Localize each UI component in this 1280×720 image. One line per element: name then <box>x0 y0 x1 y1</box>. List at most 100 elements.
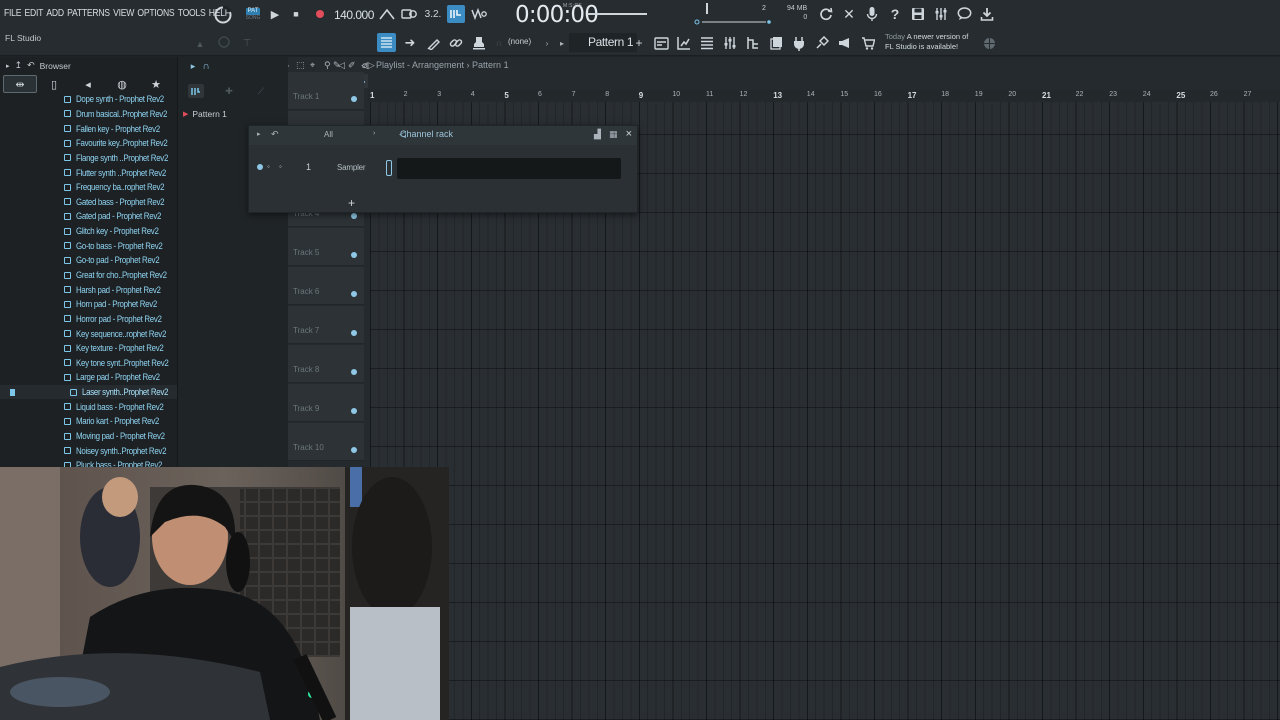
tool-slip-icon[interactable]: ⌖ <box>310 60 315 71</box>
main-pitch-knob[interactable] <box>216 34 232 50</box>
play-button[interactable]: ▶ <box>268 6 282 22</box>
tool-zoom-icon[interactable]: ⚲ <box>324 60 331 71</box>
channel-mixer-track[interactable]: 1 <box>306 162 311 172</box>
browser-file-item[interactable]: Flange synth ..Prophet Rev2 <box>0 151 177 166</box>
cr-filter-chevron-icon[interactable]: › <box>373 130 375 137</box>
timeline-ruler[interactable]: 1 2 3 4 5 6 7 8 9 10 11 12 13 14 15 16 17 18 19 20 21 22 23 24 2… <box>368 90 1280 102</box>
channel-step-sequencer[interactable] <box>397 158 621 179</box>
browser-file-item[interactable]: Large pad - Prophet Rev2 <box>0 370 177 385</box>
browser-file-item[interactable]: Flutter synth ..Prophet Rev2 <box>0 165 177 180</box>
channel-filter[interactable]: All <box>324 130 333 139</box>
cr-back-icon[interactable]: ↶ <box>271 129 279 140</box>
menu-options[interactable]: OPTIONS <box>137 7 174 19</box>
touch-controller-icon[interactable] <box>813 34 831 52</box>
browser-file-item[interactable]: Go-to bass - Prophet Rev2 <box>0 238 177 253</box>
microphone-icon[interactable] <box>863 5 881 23</box>
track-header[interactable]: Track 8 <box>288 345 364 383</box>
snap-select[interactable]: (none) <box>508 37 531 46</box>
add-pattern-icon[interactable]: + <box>633 36 645 50</box>
tool-slice-icon[interactable]: ⇔ <box>288 60 291 70</box>
browser-file-item[interactable]: Harsh pad - Prophet Rev2 <box>0 282 177 297</box>
picker-mode-icon[interactable] <box>188 84 204 98</box>
browser-file-item[interactable]: Favourite key..Prophet Rev2 <box>0 136 177 151</box>
browser-file-item[interactable]: Moving pad - Prophet Rev2 <box>0 429 177 444</box>
arrow-right-icon[interactable]: ➜ <box>401 34 419 52</box>
tool-playback-icon[interactable]: ◁ <box>338 60 345 71</box>
globe-icon[interactable] <box>981 35 997 51</box>
help-icon[interactable]: ? <box>886 5 904 23</box>
cr-grid-icon[interactable]: ▦ <box>609 129 618 140</box>
pat-song-toggle[interactable]: PAT SONG <box>242 4 264 26</box>
browser-file-item[interactable]: Drum basical..Prophet Rev2 <box>0 107 177 122</box>
pattern-select[interactable]: Pattern 1 <box>569 33 637 52</box>
channel-pan-knob[interactable]: ◦ <box>267 162 270 171</box>
save-icon[interactable] <box>909 5 927 23</box>
record-button[interactable] <box>313 6 327 22</box>
menu-view[interactable]: VIEW <box>113 7 134 19</box>
link-icon[interactable] <box>447 34 465 52</box>
browser-window-icon[interactable] <box>767 34 785 52</box>
menu-add[interactable]: ADD <box>46 7 64 19</box>
track-enable-led[interactable] <box>351 252 357 258</box>
metronome-icon[interactable] <box>378 6 396 22</box>
tempo-display[interactable]: 140.000 <box>334 8 374 22</box>
tool-select-icon[interactable]: ⬚ <box>296 60 305 71</box>
track-header[interactable]: Track 6 <box>288 267 364 305</box>
track-enable-led[interactable] <box>351 96 357 102</box>
step-edit-icon[interactable] <box>447 5 465 23</box>
browser-file-item[interactable]: Glitch key - Prophet Rev2 <box>0 224 177 239</box>
chat-icon[interactable] <box>955 5 973 23</box>
master-volume-knob[interactable] <box>212 4 234 26</box>
track-header[interactable]: Track 7 <box>288 306 364 344</box>
pattern-prev-icon[interactable]: ▸ <box>557 37 567 49</box>
track-enable-led[interactable] <box>351 330 357 336</box>
browser-file-item[interactable]: Key texture - Prophet Rev2 <box>0 341 177 356</box>
add-channel-button[interactable]: + <box>348 196 355 210</box>
browser-file-item[interactable]: Gated pad - Prophet Rev2 <box>0 209 177 224</box>
browser-file-item[interactable]: Pluck bass - Prophet Rev2 <box>0 458 177 467</box>
song-time-display[interactable]: 0:00:00 <box>515 2 599 28</box>
browser-file-item[interactable]: Key tone synt..Prophet Rev2 <box>0 356 177 371</box>
track-header[interactable]: Track 10 <box>288 423 364 461</box>
picker-arrow-icon[interactable]: ▸ <box>186 60 200 72</box>
browser-file-item[interactable]: Mario kart - Prophet Rev2 <box>0 414 177 429</box>
track-enable-led[interactable] <box>351 369 357 375</box>
picker-curve-icon[interactable]: ⟋ <box>254 85 268 97</box>
megaphone-icon[interactable] <box>836 34 854 52</box>
track-enable-led[interactable] <box>351 291 357 297</box>
cr-collapse-icon[interactable]: ▸ <box>257 130 261 138</box>
playlist-snap-icon[interactable] <box>377 33 396 52</box>
browser-file-item[interactable]: Fallen key - Prophet Rev2 <box>0 121 177 136</box>
tab-sounds[interactable]: ◍ <box>105 75 139 93</box>
tab-all-files[interactable]: ⇹ <box>3 75 37 93</box>
menu-file[interactable]: FILE <box>4 7 21 19</box>
picker-clip-icon[interactable]: ✚ <box>222 85 236 97</box>
browser-file-item[interactable]: Laser synth..Prophet Rev2 <box>0 384 177 400</box>
snap-chevron-icon[interactable]: › <box>543 37 551 49</box>
menu-edit[interactable]: EDIT <box>24 7 43 19</box>
menu-tools[interactable]: TOOLS <box>178 7 206 19</box>
menu-patterns[interactable]: PATTERNS <box>67 7 110 19</box>
mixer-icon[interactable] <box>932 5 950 23</box>
shop-cart-icon[interactable] <box>859 34 877 52</box>
channel-name-button[interactable]: Sampler <box>337 163 366 172</box>
master-pitch-slider[interactable] <box>587 13 647 15</box>
track-header[interactable]: Track 1 <box>288 72 364 110</box>
channel-rack-close-icon[interactable]: × <box>626 128 632 140</box>
channel-rack-icon[interactable] <box>698 34 716 52</box>
download-icon[interactable] <box>978 5 996 23</box>
cr-graph-icon[interactable]: ▟ <box>594 129 601 140</box>
track-enable-led[interactable] <box>351 447 357 453</box>
picker-pattern-item[interactable]: ▶ Pattern 1 <box>183 109 227 119</box>
channel-led-icon[interactable] <box>257 164 263 170</box>
track-enable-led[interactable] <box>351 213 357 219</box>
tab-starred[interactable]: ★ <box>139 75 173 93</box>
hierarchy-icon[interactable] <box>744 34 762 52</box>
browser-file-item[interactable]: Key sequence..rophet Rev2 <box>0 326 177 341</box>
pitch-knob-icon[interactable]: ▲ <box>194 38 206 50</box>
stop-button[interactable]: ■ <box>289 6 303 22</box>
reload-icon[interactable] <box>817 5 835 23</box>
browser-collapse-icon[interactable]: ▸ <box>6 62 10 70</box>
cut-icon[interactable]: ✕ <box>840 5 858 23</box>
stamp-icon[interactable] <box>470 34 488 52</box>
